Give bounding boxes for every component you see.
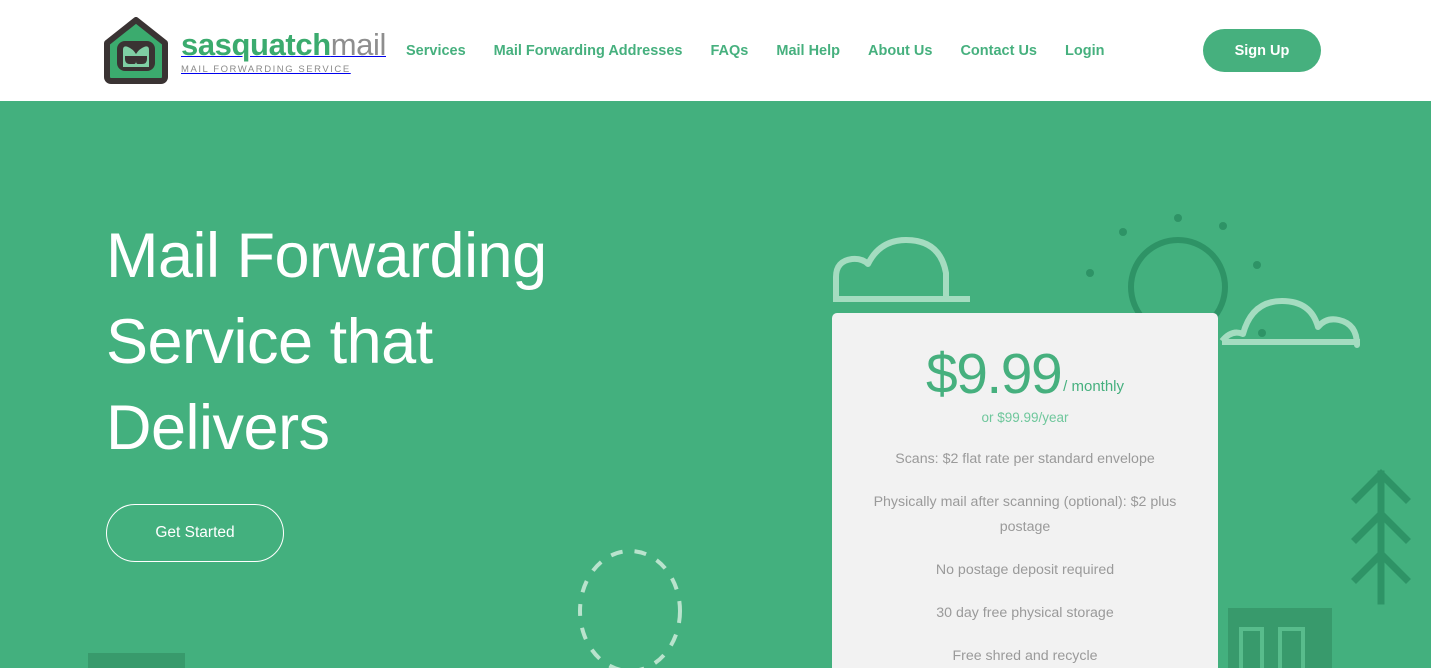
cloud-icon [1219,298,1360,348]
nav-mail-help[interactable]: Mail Help [776,43,840,59]
sign-up-button[interactable]: Sign Up [1203,29,1321,72]
get-started-button[interactable]: Get Started [106,504,284,562]
feature-list: Scans: $2 flat rate per standard envelop… [858,447,1192,668]
list-item: Free shred and recycle [952,648,1098,665]
page-title: Mail Forwarding Service that Delivers [106,213,726,471]
logo-link[interactable]: sasquatchmail MAIL FORWARDING SERVICE [102,17,386,85]
pricing-card: $9.99 / monthly or $99.99/year Scans: $2… [832,313,1218,668]
building-icon [1228,608,1332,668]
price-period: / monthly [1063,378,1124,396]
hero-title-line-3: Delivers [106,393,330,463]
sasquatch-house-icon [102,17,170,85]
landing-page: sasquatchmail MAIL FORWARDING SERVICE Se… [0,0,1431,668]
hero-title-line-1: Mail Forwarding [106,221,547,291]
logo-word-bold: sasquatch [181,27,331,62]
list-item: Physically mail after scanning (optional… [873,494,1177,536]
nav-login[interactable]: Login [1065,43,1104,59]
hero-copy: Mail Forwarding Service that Delivers [106,213,726,471]
hero-title-line-2: Service that [106,307,433,377]
nav-about-us[interactable]: About Us [868,43,932,59]
annual-price-note: or $99.99/year [981,410,1069,426]
ground-block-shape [88,653,185,668]
dashed-balloon-icon [578,549,682,668]
logo-tagline: MAIL FORWARDING SERVICE [181,64,351,75]
nav-services[interactable]: Services [406,43,466,59]
nav-contact-us[interactable]: Contact Us [960,43,1037,59]
list-item: 30 day free physical storage [936,605,1114,622]
nav-faqs[interactable]: FAQs [710,43,748,59]
list-item: Scans: $2 flat rate per standard envelop… [895,451,1155,468]
cloud-icon [833,237,970,302]
list-item: No postage deposit required [935,562,1115,579]
logo-text: sasquatchmail MAIL FORWARDING SERVICE [181,27,387,76]
pine-tree-icon [1351,469,1411,605]
nav-mail-forwarding-addresses[interactable]: Mail Forwarding Addresses [494,43,683,59]
price-row: $9.99 / monthly [858,342,1192,406]
logo-word-light: mail [330,27,387,62]
hero-section: Mail Forwarding Service that Delivers Ge… [0,101,1431,668]
main-navigation: Services Mail Forwarding Addresses FAQs … [406,0,1104,101]
price-amount: $9.99 [926,342,1063,406]
site-header: sasquatchmail MAIL FORWARDING SERVICE Se… [0,0,1431,101]
